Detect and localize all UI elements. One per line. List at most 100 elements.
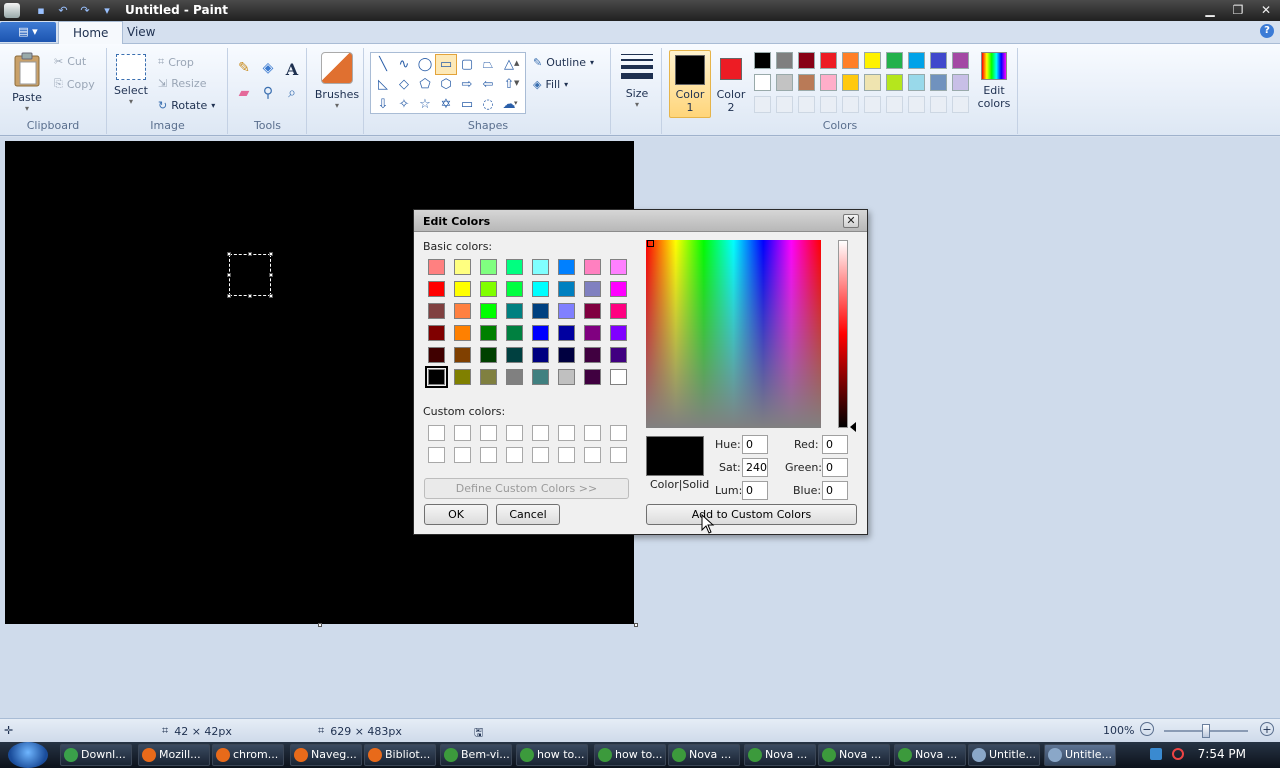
basic-color-cell[interactable] bbox=[480, 347, 497, 363]
palette-color-swatch[interactable] bbox=[864, 52, 881, 69]
curve-shape-icon[interactable]: ∿ bbox=[394, 55, 414, 74]
basic-color-cell[interactable] bbox=[532, 369, 549, 385]
crop-button[interactable]: ⌗ Crop bbox=[158, 55, 194, 69]
paint-menu-button[interactable]: ▤ ▾ bbox=[0, 22, 56, 42]
custom-color-cell[interactable] bbox=[558, 425, 575, 441]
brushes-button[interactable]: Brushes ▾ bbox=[314, 52, 360, 110]
custom-palette-slot[interactable] bbox=[776, 96, 793, 113]
taskbar-item[interactable]: Mozill... bbox=[138, 744, 210, 766]
save-icon[interactable]: ▪ bbox=[32, 3, 50, 18]
diamond-shape-icon[interactable]: ◇ bbox=[394, 75, 414, 94]
selection-handle[interactable] bbox=[227, 252, 231, 256]
basic-color-cell[interactable] bbox=[454, 369, 471, 385]
taskbar-item[interactable]: Nova ... bbox=[818, 744, 890, 766]
basic-color-cell[interactable] bbox=[584, 303, 601, 319]
undo-icon[interactable]: ↶ bbox=[54, 3, 72, 18]
basic-color-cell[interactable] bbox=[558, 303, 575, 319]
basic-color-cell[interactable] bbox=[428, 347, 445, 363]
spectrum-crosshair[interactable] bbox=[647, 240, 654, 247]
canvas-resize-handle[interactable] bbox=[634, 623, 638, 627]
hexagon-shape-icon[interactable]: ⬡ bbox=[436, 75, 456, 94]
close-button[interactable]: ✕ bbox=[1256, 2, 1276, 18]
pencil-icon[interactable]: ✎ bbox=[233, 60, 255, 79]
rounded-rectangle-icon[interactable]: ▢ bbox=[457, 55, 477, 74]
basic-color-cell[interactable] bbox=[558, 325, 575, 341]
palette-color-swatch[interactable] bbox=[820, 74, 837, 91]
fill-button[interactable]: ◈ Fill ▾ bbox=[533, 78, 568, 91]
custom-palette-slot[interactable] bbox=[798, 96, 815, 113]
basic-color-cell[interactable] bbox=[610, 259, 627, 275]
basic-color-cell[interactable] bbox=[480, 281, 497, 297]
basic-color-cell[interactable] bbox=[532, 347, 549, 363]
selection-rectangle[interactable] bbox=[227, 252, 273, 298]
blue-field[interactable]: 0 bbox=[822, 481, 848, 500]
palette-color-swatch[interactable] bbox=[798, 52, 815, 69]
start-button[interactable] bbox=[8, 742, 48, 768]
taskbar-item[interactable]: Bem-vi... bbox=[440, 744, 512, 766]
palette-color-swatch[interactable] bbox=[798, 74, 815, 91]
rect-callout-icon[interactable]: ▭ bbox=[457, 95, 477, 114]
basic-color-cell[interactable] bbox=[610, 325, 627, 341]
taskbar-item[interactable]: Untitle... bbox=[968, 744, 1040, 766]
basic-color-cell[interactable] bbox=[610, 281, 627, 297]
basic-color-cell[interactable] bbox=[454, 325, 471, 341]
basic-color-cell[interactable] bbox=[480, 369, 497, 385]
basic-color-cell[interactable] bbox=[558, 347, 575, 363]
color1-button[interactable]: Color 1 bbox=[669, 50, 711, 118]
color-picker-icon[interactable]: ⚲ bbox=[257, 85, 279, 101]
custom-color-cell[interactable] bbox=[454, 425, 471, 441]
polygon-shape-icon[interactable]: ⏢ bbox=[478, 55, 498, 74]
custom-color-cell[interactable] bbox=[532, 447, 549, 463]
basic-color-cell[interactable] bbox=[584, 259, 601, 275]
rectangle-shape-icon[interactable]: ▭ bbox=[435, 54, 457, 75]
luminosity-slider-arrow[interactable] bbox=[850, 422, 856, 432]
basic-color-cell[interactable] bbox=[454, 303, 471, 319]
basic-color-cell[interactable] bbox=[480, 325, 497, 341]
taskbar-item[interactable]: Downl... bbox=[60, 744, 132, 766]
dialog-close-button[interactable]: ✕ bbox=[843, 214, 859, 228]
custom-color-cell[interactable] bbox=[454, 447, 471, 463]
taskbar-item[interactable]: Nova ... bbox=[668, 744, 740, 766]
size-button[interactable]: Size ▾ bbox=[618, 54, 656, 109]
taskbar-item[interactable]: how to... bbox=[594, 744, 666, 766]
basic-color-cell[interactable] bbox=[506, 347, 523, 363]
palette-color-swatch[interactable] bbox=[754, 52, 771, 69]
basic-color-cell[interactable] bbox=[532, 325, 549, 341]
shapes-gallery[interactable]: ╲ ∿ ◯ ▭ ▢ ⏢ △ ◺ ◇ ⬠ ⬡ ⇨ ⇦ ⇧ ⇩ ✧ ☆ ✡ ▭ ◌ ☁ bbox=[370, 52, 526, 114]
basic-color-cell[interactable] bbox=[584, 281, 601, 297]
tab-view[interactable]: View bbox=[113, 21, 169, 44]
cancel-button[interactable]: Cancel bbox=[496, 504, 560, 525]
basic-color-cell[interactable] bbox=[558, 259, 575, 275]
basic-color-cell[interactable] bbox=[506, 325, 523, 341]
basic-color-cell[interactable] bbox=[480, 303, 497, 319]
palette-color-swatch[interactable] bbox=[930, 52, 947, 69]
basic-color-cell[interactable] bbox=[532, 303, 549, 319]
selection-handle[interactable] bbox=[269, 273, 273, 277]
custom-palette-slot[interactable] bbox=[864, 96, 881, 113]
zoom-out-button[interactable]: − bbox=[1140, 722, 1154, 736]
custom-palette-slot[interactable] bbox=[754, 96, 771, 113]
green-field[interactable]: 0 bbox=[822, 458, 848, 477]
magnifier-icon[interactable]: ⌕ bbox=[281, 85, 303, 101]
palette-color-swatch[interactable] bbox=[952, 52, 969, 69]
palette-color-swatch[interactable] bbox=[908, 74, 925, 91]
custom-color-cell[interactable] bbox=[584, 425, 601, 441]
basic-color-cell[interactable] bbox=[558, 281, 575, 297]
selection-handle[interactable] bbox=[269, 294, 273, 298]
custom-color-cell[interactable] bbox=[428, 425, 445, 441]
fill-icon[interactable]: ◈ bbox=[257, 60, 279, 79]
basic-color-cell[interactable] bbox=[610, 347, 627, 363]
hue-field[interactable]: 0 bbox=[742, 435, 768, 454]
rotate-button[interactable]: ↻ Rotate ▾ bbox=[158, 99, 215, 112]
basic-color-cell[interactable] bbox=[532, 281, 549, 297]
basic-color-cell[interactable] bbox=[428, 259, 445, 275]
add-to-custom-colors-button[interactable]: Add to Custom Colors bbox=[646, 504, 857, 525]
palette-color-swatch[interactable] bbox=[886, 74, 903, 91]
text-icon[interactable]: A bbox=[281, 60, 303, 79]
color2-button[interactable]: Color 2 bbox=[713, 50, 749, 114]
custom-color-cell[interactable] bbox=[480, 425, 497, 441]
down-arrow-icon[interactable]: ⇩ bbox=[373, 95, 393, 114]
basic-color-cell[interactable] bbox=[610, 369, 627, 385]
basic-color-cell[interactable] bbox=[506, 281, 523, 297]
color-spectrum[interactable] bbox=[646, 240, 821, 428]
